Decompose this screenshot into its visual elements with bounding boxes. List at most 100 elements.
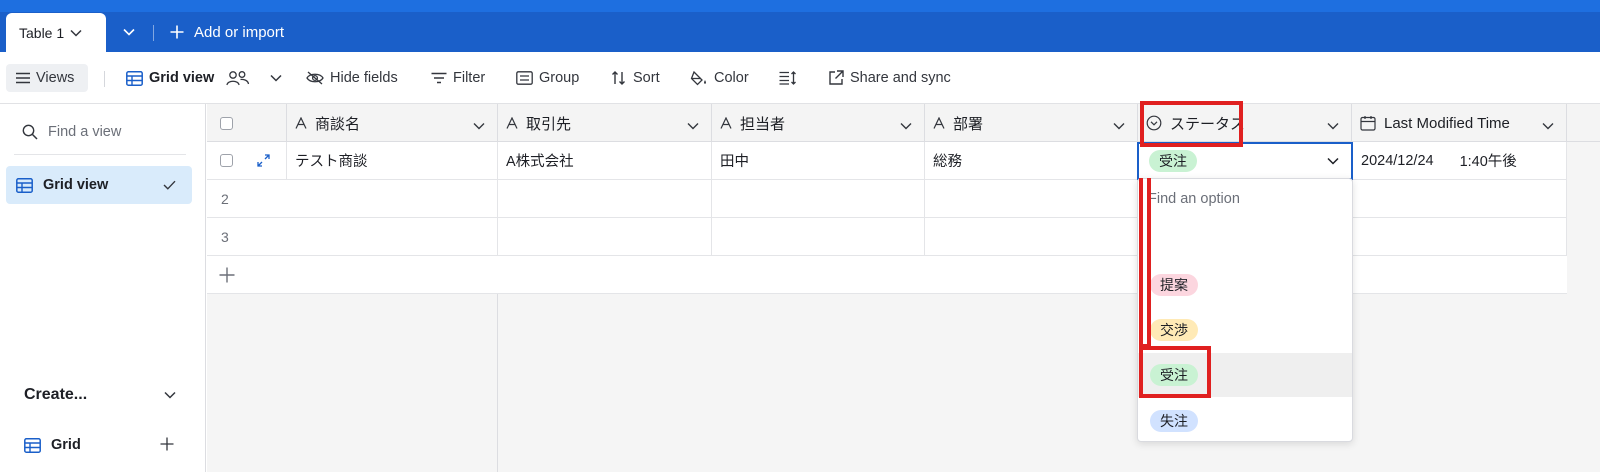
status-badge: 受注 bbox=[1149, 150, 1197, 172]
cell-部署[interactable] bbox=[925, 180, 1138, 217]
views-label: Views bbox=[36, 70, 75, 86]
cell-担当者[interactable] bbox=[712, 218, 925, 255]
column-label: 商談名 bbox=[315, 115, 361, 133]
create-grid-label: Grid bbox=[51, 437, 81, 453]
cell-担当者[interactable]: 田中 bbox=[712, 142, 925, 179]
grid-view-label: Grid view bbox=[149, 70, 215, 86]
highlight-dropdown-edge bbox=[1139, 178, 1151, 348]
chevron-down-icon[interactable] bbox=[900, 117, 912, 134]
color-label: Color bbox=[714, 70, 749, 86]
cell-担当者[interactable] bbox=[712, 180, 925, 217]
cell-last-modified-time bbox=[1353, 218, 1567, 255]
find-view-placeholder: Find a view bbox=[48, 124, 122, 140]
create-view-section[interactable]: Create... bbox=[24, 386, 176, 404]
find-view-input[interactable]: Find a view bbox=[22, 124, 121, 140]
hide-fields-label: Hide fields bbox=[330, 70, 398, 86]
option-提案[interactable]: 提案 bbox=[1138, 263, 1352, 307]
text-field-icon bbox=[720, 117, 732, 129]
cell-商談名[interactable] bbox=[207, 180, 498, 217]
column-header-担当者[interactable]: 担当者 bbox=[712, 104, 925, 142]
chevron-down-icon[interactable] bbox=[1327, 157, 1339, 165]
views-button[interactable]: Views bbox=[6, 64, 88, 92]
select-all-checkbox[interactable] bbox=[220, 116, 233, 130]
option-badge: 交渉 bbox=[1150, 319, 1198, 341]
sort-icon bbox=[612, 71, 625, 85]
create-label: Create... bbox=[24, 386, 88, 403]
sidebar-item-grid-view[interactable]: Grid view bbox=[6, 166, 192, 204]
add-row[interactable] bbox=[207, 256, 1567, 294]
create-grid-view-item[interactable]: Grid bbox=[24, 437, 174, 453]
column-header-取引先[interactable]: 取引先 bbox=[498, 104, 712, 142]
frozen-column-divider bbox=[497, 294, 498, 472]
row-height-button[interactable] bbox=[779, 64, 803, 92]
column-header-last-modified-time[interactable]: Last Modified Time bbox=[1352, 104, 1567, 142]
table-row[interactable]: 3 bbox=[207, 218, 1567, 256]
chevron-down-icon[interactable] bbox=[1327, 117, 1339, 134]
group-button[interactable]: Group bbox=[516, 64, 579, 92]
filter-button[interactable]: Filter bbox=[431, 64, 485, 92]
share-icon bbox=[829, 70, 844, 85]
hide-fields-button[interactable]: Hide fields bbox=[306, 64, 398, 92]
option-badge: 提案 bbox=[1150, 274, 1198, 296]
tab-table-1[interactable]: Table 1 bbox=[6, 13, 106, 52]
row-checkbox[interactable] bbox=[220, 154, 233, 167]
text-field-icon bbox=[295, 117, 307, 129]
chevron-down-icon[interactable] bbox=[270, 74, 288, 82]
expand-record-icon[interactable] bbox=[257, 154, 270, 167]
cell-部署[interactable]: 総務 bbox=[925, 142, 1138, 179]
add-or-import-label: Add or import bbox=[194, 23, 285, 41]
search-icon bbox=[22, 124, 38, 140]
eye-off-icon bbox=[306, 71, 324, 85]
text-field-icon bbox=[933, 117, 945, 129]
cell-取引先[interactable] bbox=[498, 180, 712, 217]
chevron-down-icon[interactable] bbox=[70, 29, 82, 37]
grid-view-switcher[interactable]: Grid view bbox=[126, 64, 288, 92]
cell-取引先[interactable] bbox=[498, 218, 712, 255]
sort-button[interactable]: Sort bbox=[611, 64, 660, 92]
column-header-商談名[interactable]: 商談名 bbox=[287, 104, 498, 142]
chevron-down-icon[interactable] bbox=[164, 386, 176, 404]
find-option-placeholder: Find an option bbox=[1148, 191, 1240, 207]
option-badge: 失注 bbox=[1150, 410, 1198, 432]
cell-取引先[interactable]: A株式会社 bbox=[498, 142, 712, 179]
plus-icon[interactable] bbox=[160, 437, 174, 455]
cell-last-modified-time: 2024/12/24 1:40午後 bbox=[1353, 142, 1567, 179]
chevron-down-icon[interactable] bbox=[687, 117, 699, 134]
option-失注[interactable]: 失注 bbox=[1138, 399, 1352, 443]
tab-divider bbox=[153, 25, 154, 41]
cell-商談名[interactable] bbox=[207, 218, 498, 255]
row-select-cell bbox=[207, 142, 287, 179]
sort-label: Sort bbox=[633, 70, 660, 86]
highlight-status-header bbox=[1140, 101, 1243, 147]
table-row[interactable]: テスト商談 A株式会社 田中 総務 受注 2024/12/24 1:40午後 bbox=[207, 142, 1567, 180]
tables-menu-chevron-icon[interactable] bbox=[118, 22, 140, 42]
chevron-down-icon[interactable] bbox=[1542, 117, 1554, 134]
check-icon bbox=[163, 178, 176, 194]
column-header-部署[interactable]: 部署 bbox=[925, 104, 1138, 142]
group-label: Group bbox=[539, 70, 580, 86]
cell-ステータス[interactable]: 受注 bbox=[1137, 142, 1353, 180]
cell-last-modified-time bbox=[1353, 180, 1567, 217]
grid-icon bbox=[24, 437, 41, 453]
color-button[interactable]: Color bbox=[690, 64, 749, 92]
share-and-sync-button[interactable]: Share and sync bbox=[828, 64, 951, 92]
chevron-down-icon[interactable] bbox=[473, 117, 485, 134]
view-toolbar: Views Grid view Hide fields Filter Group… bbox=[0, 52, 1600, 104]
collaborators-icon bbox=[226, 70, 256, 86]
cell-部署[interactable] bbox=[925, 218, 1138, 255]
search-underline bbox=[14, 154, 186, 155]
date-value: 2024/12/24 bbox=[1361, 152, 1434, 169]
add-record-plus-icon[interactable] bbox=[219, 267, 235, 283]
header-row: 商談名 取引先 担当者 部署 ステータス Last Modified Time bbox=[207, 104, 1600, 142]
sidebar-item-label: Grid view bbox=[43, 177, 109, 193]
status-option-dropdown: Find an option 提案 交渉 受注 失注 bbox=[1137, 178, 1353, 442]
table-tab-bar: Table 1 Add or import bbox=[0, 0, 1600, 52]
find-option-input[interactable]: Find an option bbox=[1148, 191, 1240, 207]
filter-icon bbox=[431, 72, 447, 84]
top-strip bbox=[0, 0, 1600, 12]
grid-view: 商談名 取引先 担当者 部署 ステータス Last Modified Time bbox=[207, 104, 1600, 472]
chevron-down-icon[interactable] bbox=[1113, 117, 1125, 134]
table-row[interactable]: 2 bbox=[207, 180, 1567, 218]
cell-商談名[interactable]: テスト商談 bbox=[287, 142, 498, 179]
add-or-import-button[interactable]: Add or import bbox=[170, 20, 284, 44]
